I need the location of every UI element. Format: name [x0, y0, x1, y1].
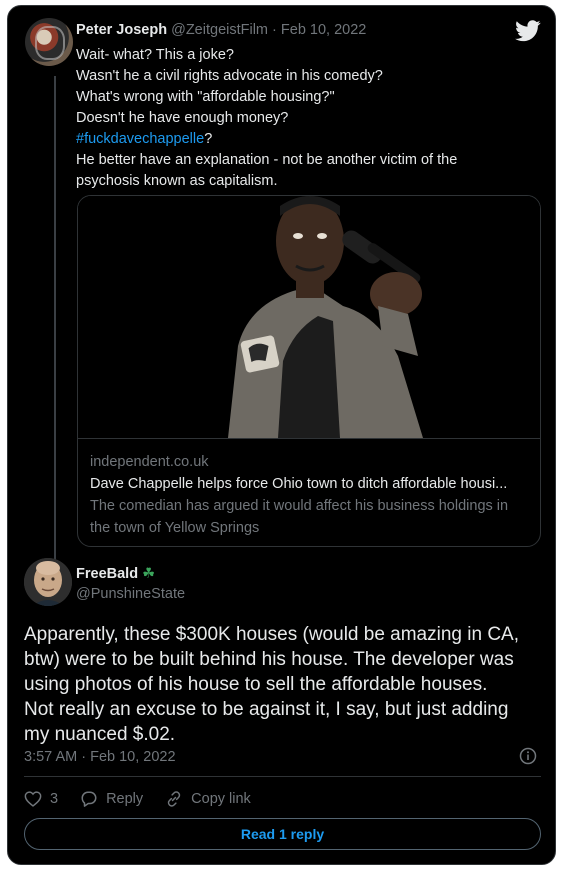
tweet-timestamp[interactable]: 3:57 AM · Feb 10, 2022 — [24, 749, 176, 765]
tweet-line: Wait- what? This a joke? — [76, 47, 234, 63]
shamrock-icon: ☘ — [142, 566, 156, 582]
tweet-line: Doesn't he have enough money? — [76, 110, 289, 126]
heart-icon — [24, 791, 42, 807]
copy-link-label: Copy link — [191, 791, 251, 807]
hashtag-suffix: ? — [204, 131, 213, 147]
like-button[interactable]: 3 — [24, 791, 58, 807]
link-domain: independent.co.uk — [90, 454, 209, 470]
speech-bubble-icon — [81, 791, 97, 807]
hashtag-link[interactable]: #fuckdavechappelle — [76, 131, 204, 147]
twitter-bird-icon[interactable] — [515, 20, 541, 42]
tweet-line: btw) were to be built behind his house. … — [24, 649, 514, 670]
tweet-actions: 3 Reply Copy link — [24, 790, 273, 808]
reply-button[interactable]: Reply — [80, 790, 143, 808]
link-preview-image — [78, 196, 540, 439]
tweet-line: Not really an excuse to be against it, I… — [24, 699, 509, 720]
tweet-line: using photos of his house to sell the af… — [24, 674, 488, 695]
tweet-line: Apparently, these $300K houses (would be… — [24, 624, 520, 645]
like-count: 3 — [50, 791, 59, 807]
hashtag-line: #fuckdavechappelle? — [76, 129, 536, 150]
tweet-line: my nuanced $.02. — [24, 724, 176, 745]
author-handle-date[interactable]: @ZeitgeistFilm · Feb 10, 2022 — [171, 22, 366, 38]
link-preview-card[interactable]: independent.co.uk Dave Chappelle helps f… — [77, 195, 541, 547]
reply-tweet-text: Apparently, these $300K houses (would be… — [24, 622, 544, 747]
parent-tweet-text: Wait- what? This a joke? Wasn't he a civ… — [76, 45, 536, 192]
thread-connector-line — [54, 76, 56, 564]
author-name[interactable]: Peter Joseph — [76, 22, 167, 38]
comedian-photo-illustration — [78, 196, 540, 438]
link-preview-text: independent.co.uk Dave Chappelle helps f… — [90, 451, 530, 539]
info-icon[interactable] — [519, 747, 537, 765]
tweet-embed-card: Peter Joseph @ZeitgeistFilm · Feb 10, 20… — [7, 5, 556, 865]
reply-author-name[interactable]: FreeBald — [76, 566, 138, 582]
reply-label: Reply — [106, 791, 144, 807]
avatar-photo — [24, 558, 72, 606]
link-title[interactable]: Dave Chappelle helps force Ohio town to … — [90, 473, 530, 495]
link-description: The comedian has argued it would affect … — [90, 498, 509, 536]
read-replies-button[interactable]: Read 1 reply — [24, 818, 541, 850]
tweet-line: What's wrong with "affordable housing?" — [76, 89, 335, 105]
parent-tweet-header: Peter Joseph @ZeitgeistFilm · Feb 10, 20… — [76, 22, 366, 38]
divider — [24, 776, 541, 777]
avatar-peter-joseph[interactable] — [25, 18, 73, 66]
reply-author-handle[interactable]: @PunshineState — [76, 584, 185, 604]
copy-link-button[interactable]: Copy link — [165, 790, 251, 808]
link-icon — [167, 791, 181, 807]
tweet-line: psychosis known as capitalism. — [76, 173, 278, 189]
avatar-freebald[interactable] — [24, 558, 72, 606]
tweet-line: Wasn't he a civil rights advocate in his… — [76, 68, 383, 84]
tweet-line: He better have an explanation - not be a… — [76, 152, 458, 168]
reply-author: FreeBald ☘ @PunshineState — [76, 564, 185, 604]
